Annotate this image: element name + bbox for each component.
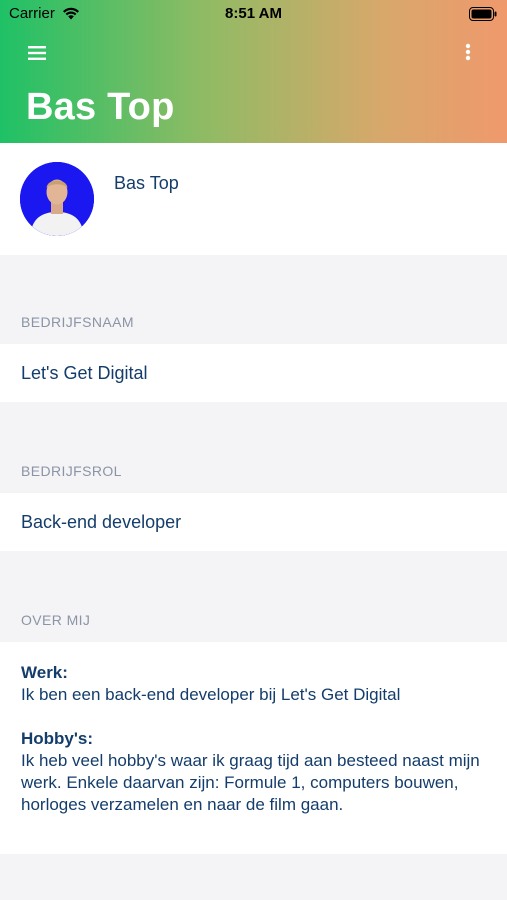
work-text: Ik ben een back-end developer bij Let's … bbox=[21, 685, 401, 704]
hobby-heading: Hobby's: bbox=[21, 729, 94, 748]
about-content: Werk: Ik ben een back-end developer bij … bbox=[21, 662, 487, 816]
section-label-about: OVER MIJ bbox=[21, 612, 91, 628]
profile-card[interactable]: Bas Top bbox=[0, 143, 507, 255]
app-header: Carrier 8:51 AM Bas Top bbox=[0, 0, 507, 143]
hobby-text: Ik heb veel hobby's waar ik graag tijd a… bbox=[21, 751, 480, 814]
role-row[interactable]: Back-end developer bbox=[0, 493, 507, 551]
avatar bbox=[20, 162, 94, 236]
page-title: Bas Top bbox=[26, 86, 175, 128]
hamburger-menu-icon[interactable] bbox=[26, 42, 50, 64]
company-value: Let's Get Digital bbox=[21, 363, 148, 383]
more-vertical-icon[interactable] bbox=[458, 40, 478, 66]
work-heading: Werk: bbox=[21, 663, 68, 682]
company-row[interactable]: Let's Get Digital bbox=[0, 344, 507, 402]
status-bar: Carrier 8:51 AM bbox=[0, 0, 507, 28]
battery-icon bbox=[469, 7, 497, 25]
about-card: Werk: Ik ben een back-end developer bij … bbox=[0, 642, 507, 854]
profile-name: Bas Top bbox=[114, 173, 179, 193]
role-value: Back-end developer bbox=[21, 512, 182, 532]
section-label-company: BEDRIJFSNAAM bbox=[21, 314, 134, 330]
status-time: 8:51 AM bbox=[225, 5, 282, 22]
person-avatar-icon bbox=[20, 162, 94, 236]
section-label-role: BEDRIJFSROL bbox=[21, 463, 122, 479]
